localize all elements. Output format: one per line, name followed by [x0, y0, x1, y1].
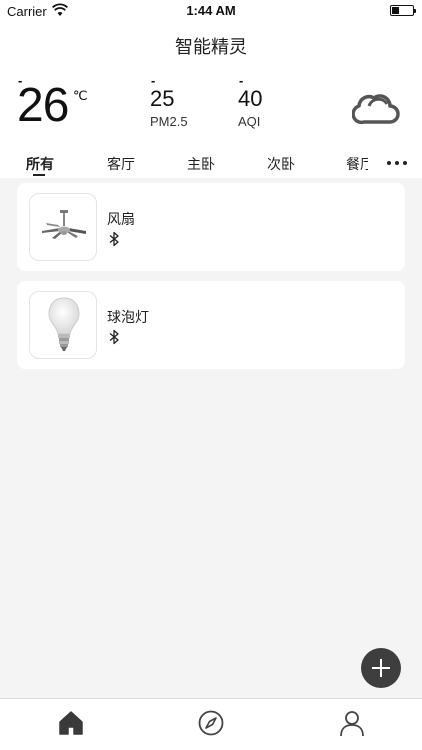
more-tabs-button[interactable]	[387, 156, 407, 170]
temperature-unit: ℃	[73, 88, 88, 103]
bluetooth-icon	[109, 231, 119, 247]
dot	[395, 161, 399, 165]
device-name: 球泡灯	[107, 310, 149, 326]
tab-second-bedroom[interactable]: 次卧	[267, 154, 295, 174]
status-time: 1:44 AM	[186, 3, 236, 18]
active-tab-indicator	[33, 174, 45, 176]
pm25-value: 25	[150, 86, 175, 111]
temperature-value: 26	[17, 79, 69, 132]
tab-dining-room[interactable]: 餐厅	[346, 154, 368, 174]
add-device-button[interactable]	[361, 648, 401, 688]
header: 智能精灵 - 26 ℃ - 25 PM2.5 - 40 AQI 所有 客厅 主卧…	[0, 24, 422, 178]
bluetooth-icon	[109, 329, 119, 345]
battery-icon	[390, 5, 416, 16]
pm25-label: PM2.5	[150, 114, 188, 129]
room-tabs: 所有 客厅 主卧 次卧 餐厅	[0, 150, 422, 178]
status-bar: Carrier 1:44 AM	[0, 0, 422, 24]
compass-icon[interactable]	[197, 709, 225, 737]
aqi-value: 40	[238, 86, 263, 111]
page-title: 智能精灵	[175, 37, 247, 58]
dot	[403, 161, 407, 165]
dot	[387, 161, 391, 165]
tab-master-bedroom[interactable]: 主卧	[187, 154, 215, 174]
device-name: 风扇	[107, 212, 135, 228]
bottom-tab-bar	[0, 698, 422, 750]
aqi-label: AQI	[238, 114, 261, 129]
device-card-fan[interactable]: 风扇	[17, 183, 405, 271]
home-icon[interactable]	[57, 709, 85, 737]
cloud-icon	[352, 94, 400, 125]
tab-living-room[interactable]: 客厅	[107, 154, 135, 174]
device-card-bulb[interactable]: 球泡灯	[17, 281, 405, 369]
tab-dining-room-clip: 餐厅	[346, 150, 368, 178]
bulb-image	[29, 291, 97, 359]
fan-image	[29, 193, 97, 261]
tab-all[interactable]: 所有	[26, 154, 54, 174]
person-icon[interactable]	[338, 709, 366, 737]
